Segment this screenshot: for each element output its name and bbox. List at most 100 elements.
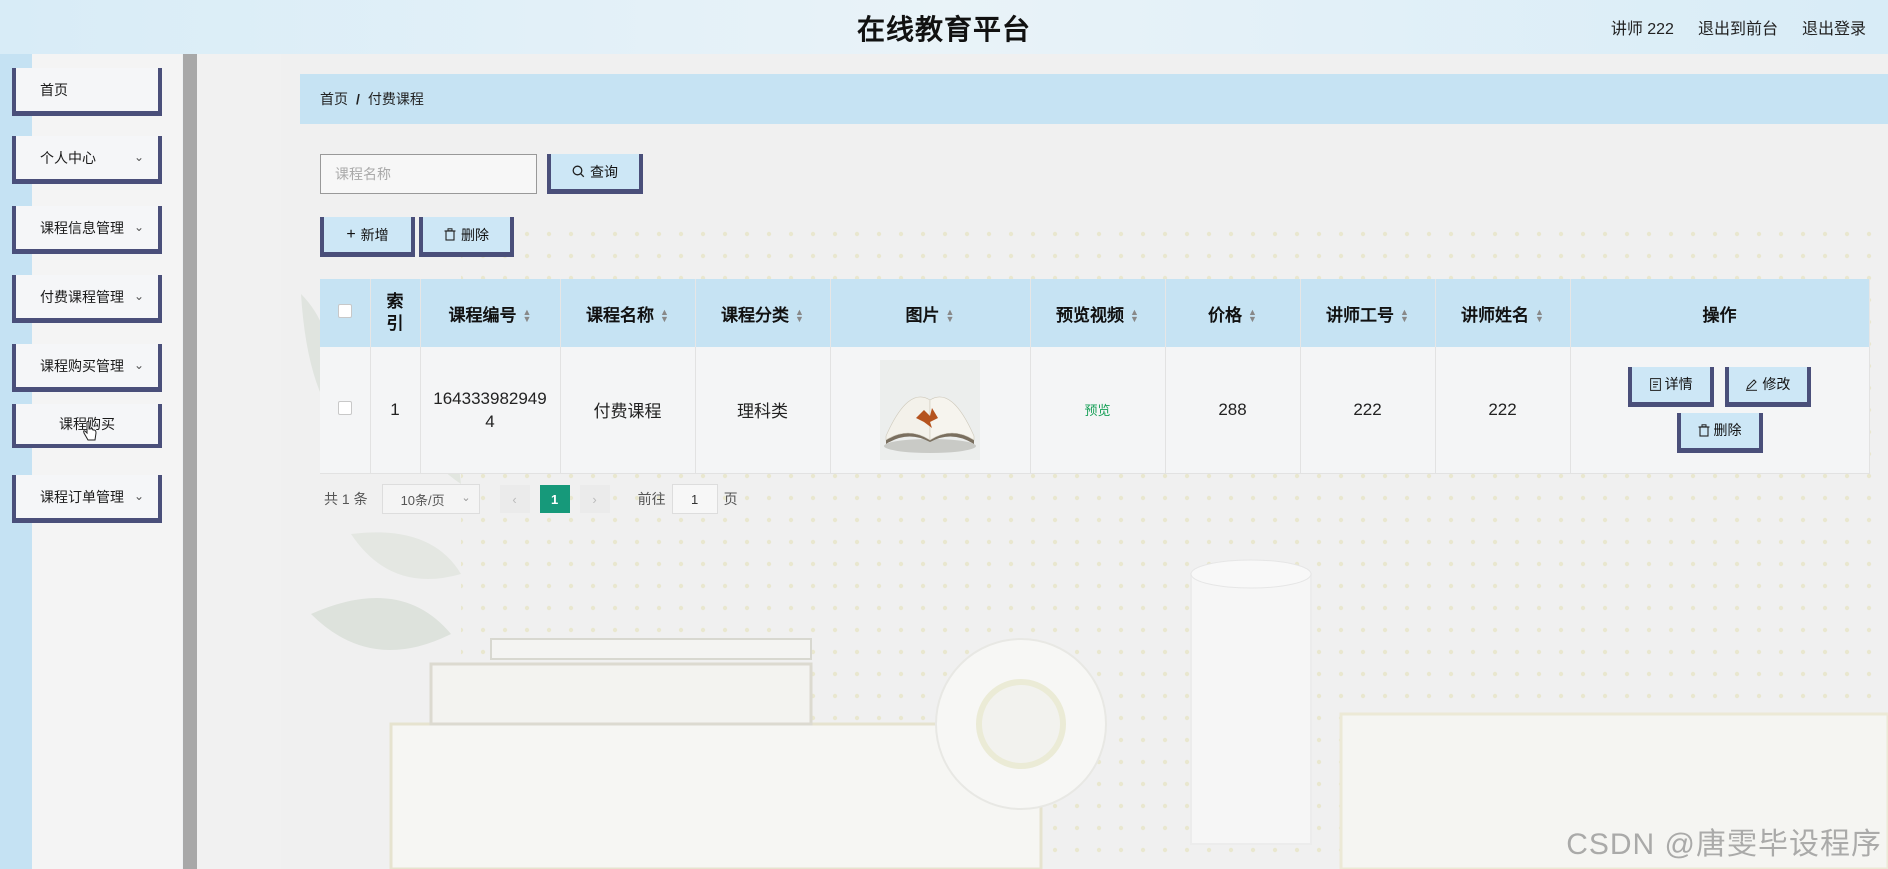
query-button-label: 查询 xyxy=(590,163,618,180)
column-header[interactable]: 图片 ▲ ▼ xyxy=(830,279,1031,347)
course-name-search-input[interactable] xyxy=(320,154,537,194)
column-header-price: 价格 xyxy=(1208,305,1243,325)
course-no-text: 1643339829494 xyxy=(433,388,547,431)
next-page-button[interactable]: › xyxy=(579,485,610,513)
course-name-cell: 付费课程 xyxy=(560,347,696,474)
sort-icon[interactable]: ▲ ▼ xyxy=(1248,308,1257,324)
edit-pencil-icon xyxy=(1746,379,1758,391)
column-header-index: 索引 xyxy=(386,292,404,333)
sort-icon[interactable]: ▲ ▼ xyxy=(946,308,955,324)
chevron-down-icon: ⌄ xyxy=(133,150,144,164)
column-header-preview-video: 预览视频 xyxy=(1056,305,1125,325)
table-row: 1 1643339829494 付费课程 理科类 预览 288 222 222 … xyxy=(320,347,1870,474)
detail-button[interactable]: 详情 xyxy=(1628,366,1715,407)
page-size-value: 10条/页 xyxy=(400,492,445,508)
column-header-course-name: 课程名称 xyxy=(586,305,655,325)
back-to-front-link[interactable]: 退出到前台 xyxy=(1698,15,1778,39)
content-gutter xyxy=(197,54,281,869)
prev-page-button[interactable]: ‹ xyxy=(499,485,530,513)
column-header-teacher-name: 讲师姓名 xyxy=(1461,305,1530,325)
select-all-cell xyxy=(320,279,371,347)
user-nav: 讲师 222 退出到前台 退出登录 xyxy=(1611,15,1866,39)
total-count: 共 1 条 xyxy=(324,491,368,507)
sort-icon[interactable]: ▲ ▼ xyxy=(1400,308,1409,324)
category-cell: 理科类 xyxy=(695,347,831,474)
add-button[interactable]: + 新增 xyxy=(320,217,415,257)
column-header-actions: 操作 xyxy=(1702,305,1737,325)
column-header-category: 课程分类 xyxy=(721,305,790,325)
sidebar-item-label: 课程信息管理 xyxy=(40,219,124,236)
teacher-id-cell: 222 xyxy=(1300,347,1436,474)
breadcrumb-home[interactable]: 首页 xyxy=(320,89,348,109)
breadcrumb-separator: / xyxy=(356,91,360,107)
column-header[interactable]: 预览视频 ▲ ▼ xyxy=(1030,279,1166,347)
column-header[interactable]: 课程编号 ▲ ▼ xyxy=(420,279,561,347)
sidebar-item-personal-center[interactable]: 个人中心 ⌄ xyxy=(12,136,162,184)
column-header[interactable]: 课程分类 ▲ ▼ xyxy=(695,279,831,347)
chevron-down-icon: ⌄ xyxy=(133,289,144,303)
sidebar-item-paid-course[interactable]: 付费课程管理 ⌄ xyxy=(12,275,162,323)
row-checkbox[interactable] xyxy=(337,400,352,415)
course-no-cell: 1643339829494 xyxy=(420,347,561,474)
column-header[interactable]: 讲师工号 ▲ ▼ xyxy=(1300,279,1436,347)
table-header-row: 索引 课程编号 ▲ ▼ 课程名称 ▲ ▼ 课程分类 ▲ ▼ 图片 ▲ ▼ 预览视频 ▲ ▼ 价格 ▲ ▼… xyxy=(320,279,1870,347)
column-header[interactable]: 讲师姓名 ▲ ▼ xyxy=(1435,279,1571,347)
chevron-left-icon: ‹ xyxy=(512,491,517,507)
sidebar-item-course-info[interactable]: 课程信息管理 ⌄ xyxy=(12,206,162,254)
detail-button-label: 详情 xyxy=(1664,376,1693,393)
course-table: 索引 课程编号 ▲ ▼ 课程名称 ▲ ▼ 课程分类 ▲ ▼ 图片 ▲ ▼ 预览视频 ▲ ▼ 价格 ▲ ▼… xyxy=(320,279,1870,474)
search-icon xyxy=(572,165,585,178)
sidebar-item-label: 课程购买管理 xyxy=(40,357,124,374)
sidebar-item-course-purchase[interactable]: 课程购买管理 ⌄ xyxy=(12,344,162,392)
sidebar-item-label: 首页 xyxy=(40,81,68,98)
chevron-down-icon: ⌄ xyxy=(461,492,471,504)
add-button-label: 新增 xyxy=(360,226,389,243)
document-icon xyxy=(1649,377,1661,391)
breadcrumb-current: 付费课程 xyxy=(367,91,424,107)
sort-icon[interactable]: ▲ ▼ xyxy=(660,308,669,324)
sort-icon[interactable]: ▲ ▼ xyxy=(1130,308,1139,324)
column-header-image: 图片 xyxy=(905,305,940,325)
edit-button-label: 修改 xyxy=(1762,376,1791,393)
page-number-button[interactable]: 1 xyxy=(539,485,570,513)
column-header: 索引 xyxy=(370,279,421,347)
app-title: 在线教育平台 xyxy=(856,14,1031,45)
chevron-down-icon: ⌄ xyxy=(133,220,144,234)
pagination: 共 1 条 10条/页 ⌄ ‹ 1 › 前往 页 xyxy=(320,484,738,514)
column-header-course-no: 课程编号 xyxy=(448,305,517,325)
price-cell: 288 xyxy=(1165,347,1301,474)
chevron-right-icon: › xyxy=(592,491,597,507)
query-button[interactable]: 查询 xyxy=(547,154,643,194)
sort-icon[interactable]: ▲ ▼ xyxy=(795,308,804,324)
actions-cell: 详情 修改 删除 xyxy=(1570,347,1870,474)
batch-delete-button[interactable]: 删除 xyxy=(419,217,514,257)
index-cell: 1 xyxy=(370,347,421,474)
select-all-checkbox[interactable] xyxy=(337,304,352,318)
sidebar-divider xyxy=(183,54,197,869)
image-cell xyxy=(830,347,1031,474)
breadcrumb: 首页 / 付费课程 xyxy=(300,74,1888,124)
column-header[interactable]: 价格 ▲ ▼ xyxy=(1165,279,1301,347)
course-image[interactable] xyxy=(880,359,980,460)
trash-icon xyxy=(1698,424,1709,437)
main-content: 首页 / 付费课程 查询 + 新增 删除 xyxy=(281,54,1888,869)
batch-delete-label: 删除 xyxy=(461,226,489,243)
column-header[interactable]: 课程名称 ▲ ▼ xyxy=(560,279,696,347)
preview-cell: 预览 xyxy=(1030,347,1166,474)
preview-link[interactable]: 预览 xyxy=(1084,403,1110,418)
page-size-select[interactable]: 10条/页 ⌄ xyxy=(381,484,480,514)
logout-link[interactable]: 退出登录 xyxy=(1802,15,1866,39)
sort-icon[interactable]: ▲ ▼ xyxy=(523,308,532,324)
edit-button[interactable]: 修改 xyxy=(1724,366,1811,407)
sidebar-item-home[interactable]: 首页 xyxy=(12,68,162,116)
page-unit-label: 页 xyxy=(723,491,738,507)
sort-icon[interactable]: ▲ ▼ xyxy=(1535,308,1544,324)
row-delete-button[interactable]: 删除 xyxy=(1676,412,1763,453)
row-delete-label: 删除 xyxy=(1713,422,1742,439)
column-header: 操作 xyxy=(1570,279,1870,347)
goto-page-input[interactable] xyxy=(671,484,718,514)
sidebar-item-course-orders[interactable]: 课程订单管理 ⌄ xyxy=(12,475,162,523)
column-header-teacher-id: 讲师工号 xyxy=(1326,305,1395,325)
chevron-down-icon: ⌄ xyxy=(133,358,144,372)
sidebar-item-label: 课程订单管理 xyxy=(40,488,124,505)
